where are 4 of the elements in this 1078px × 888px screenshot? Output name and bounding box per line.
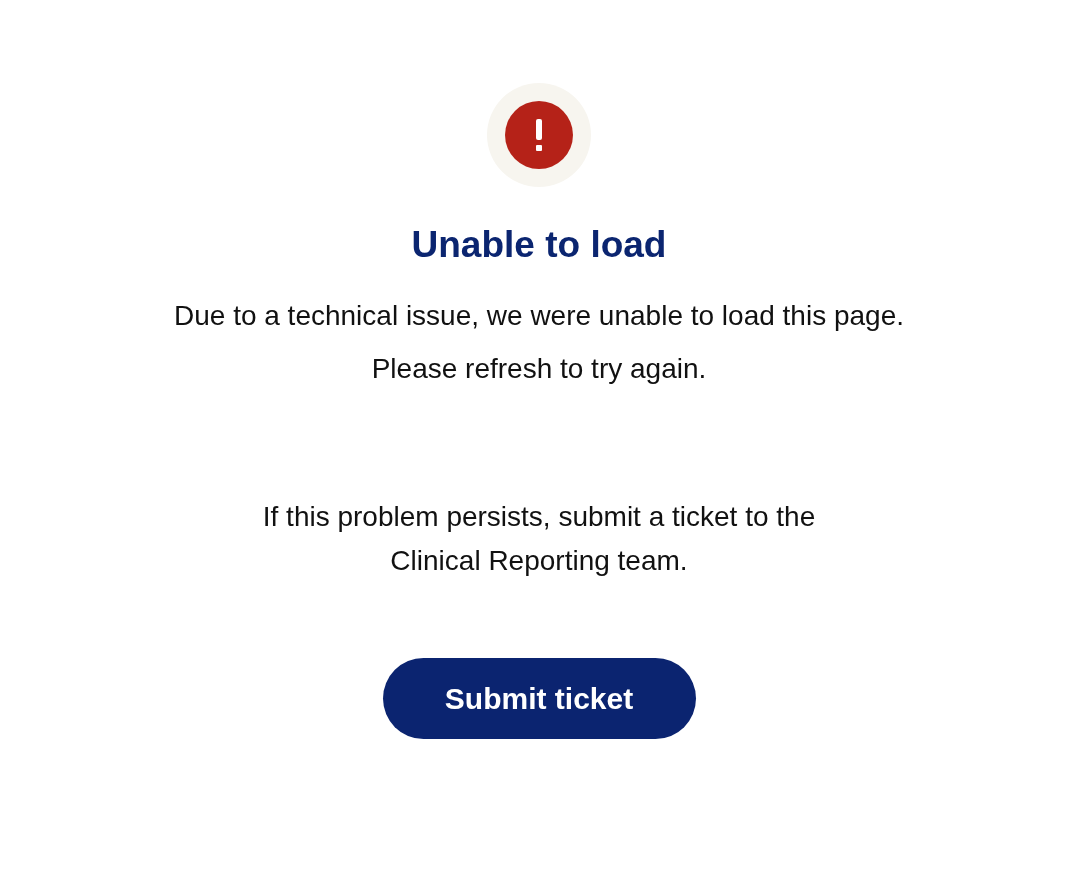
submit-ticket-button[interactable]: Submit ticket: [382, 658, 696, 739]
error-title: Unable to load: [411, 223, 667, 267]
help-text: If this problem persists, submit a ticket to the Clinical Reporting team.: [262, 500, 816, 578]
error-message: Due to a technical issue, we were unable to load this page. Please refresh to try again.: [174, 299, 904, 386]
